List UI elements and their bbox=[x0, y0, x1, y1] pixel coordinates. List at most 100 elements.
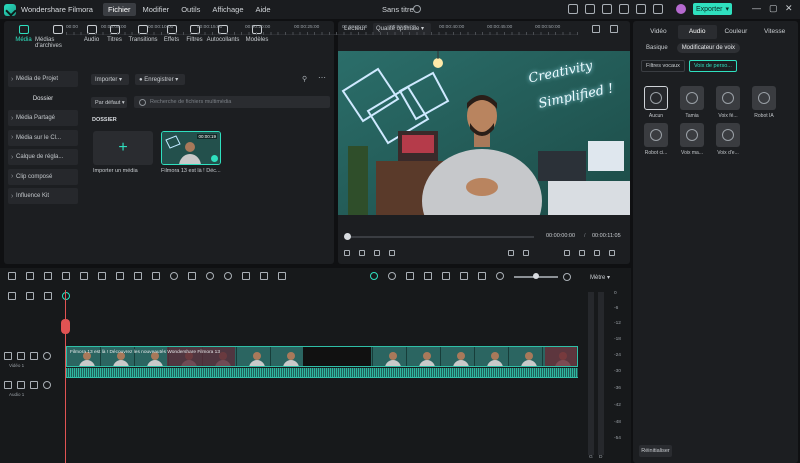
marker-icon[interactable] bbox=[406, 272, 414, 280]
more-icon[interactable]: ⋯ bbox=[318, 73, 326, 82]
menu-tools[interactable]: Outils bbox=[176, 3, 205, 16]
export-button[interactable]: Exporter ▾ bbox=[693, 3, 732, 15]
subtab-basic[interactable]: Basique bbox=[641, 43, 673, 53]
sort-dropdown[interactable]: Par défaut ▾ bbox=[91, 97, 127, 108]
voice-item-robot[interactable]: Robot ci... bbox=[639, 123, 673, 156]
tab-media[interactable]: Média bbox=[12, 25, 35, 49]
split-screen-icon[interactable] bbox=[442, 272, 450, 280]
help-icon[interactable] bbox=[653, 4, 663, 14]
more-tools-icon[interactable] bbox=[278, 272, 286, 280]
layout-icon[interactable] bbox=[8, 272, 16, 280]
sidebar-item-shared-media[interactable]: Média Partagé bbox=[8, 110, 78, 126]
pill-character-voices[interactable]: Voix de perso... bbox=[688, 60, 737, 72]
stop-icon[interactable] bbox=[389, 250, 395, 256]
eye-icon[interactable] bbox=[43, 352, 51, 360]
sidebar-item-influence-kit[interactable]: Influence Kit bbox=[8, 188, 78, 204]
share-icon[interactable] bbox=[568, 4, 578, 14]
play-back-icon[interactable] bbox=[359, 250, 365, 256]
display-icon[interactable] bbox=[564, 250, 570, 256]
tab-speed[interactable]: Vitesse bbox=[755, 25, 794, 39]
text-icon[interactable] bbox=[152, 272, 160, 280]
select-icon[interactable] bbox=[26, 272, 34, 280]
project-info-icon[interactable] bbox=[413, 5, 421, 13]
menu-edit[interactable]: Modifier bbox=[138, 3, 175, 16]
menu-view[interactable]: Affichage bbox=[207, 3, 248, 16]
volume-icon[interactable] bbox=[594, 250, 600, 256]
redo-icon[interactable] bbox=[62, 272, 70, 280]
audio-waveform[interactable] bbox=[66, 368, 578, 378]
mark-out-icon[interactable] bbox=[523, 250, 529, 256]
playback-scrubber[interactable] bbox=[346, 236, 534, 238]
menu-file[interactable]: Fichier bbox=[102, 3, 136, 16]
sidebar-item-adjustment-layer[interactable]: Calque de régla... bbox=[8, 149, 78, 165]
zoom-fit-icon[interactable] bbox=[478, 272, 486, 280]
voice-item-male[interactable]: Voix ma... bbox=[675, 123, 709, 156]
speed-icon[interactable] bbox=[206, 272, 214, 280]
voice-item-female[interactable]: Voix fé... bbox=[711, 86, 745, 119]
pill-voice-filters[interactable]: Filtres vocaux bbox=[641, 60, 685, 72]
speaker-icon[interactable] bbox=[43, 381, 51, 389]
record-button[interactable]: ● Enregistrer ▾ bbox=[135, 74, 185, 85]
delete-icon[interactable] bbox=[80, 272, 88, 280]
voice-item-none[interactable]: Aucun bbox=[639, 86, 673, 119]
playhead[interactable] bbox=[65, 290, 66, 463]
sidebar-item-folder[interactable]: Dossier bbox=[8, 91, 78, 107]
filter-icon[interactable]: ⚲ bbox=[302, 75, 307, 83]
timer-icon[interactable] bbox=[224, 272, 232, 280]
keyframe-icon[interactable] bbox=[242, 272, 250, 280]
sidebar-item-project-media[interactable]: Média de Projet bbox=[8, 71, 78, 87]
minimize-icon[interactable]: — bbox=[752, 3, 761, 13]
menu-help[interactable]: Aide bbox=[251, 3, 276, 16]
tab-audio-properties[interactable]: Audio bbox=[677, 25, 717, 39]
close-icon[interactable]: ✕ bbox=[785, 3, 793, 14]
search-input[interactable]: Recherche de fichiers multimédia bbox=[134, 96, 330, 108]
maximize-icon[interactable]: ▢ bbox=[769, 3, 778, 14]
download-icon[interactable] bbox=[636, 4, 646, 14]
meter-dropdown[interactable]: Mètre ▾ bbox=[590, 274, 610, 281]
voiceover-icon[interactable] bbox=[424, 272, 432, 280]
tab-color[interactable]: Couleur bbox=[717, 25, 756, 39]
subtab-voice-changer[interactable]: Modificateur de voix bbox=[676, 43, 741, 53]
import-button[interactable]: Importer ▾ bbox=[91, 74, 129, 85]
lock-icon[interactable] bbox=[44, 292, 52, 300]
cut-icon[interactable] bbox=[98, 272, 106, 280]
lock-icon[interactable] bbox=[30, 381, 38, 389]
cloud-icon[interactable] bbox=[619, 4, 629, 14]
media-clip-thumbnail[interactable]: 00:00:19 bbox=[161, 131, 221, 165]
camera-icon[interactable] bbox=[579, 250, 585, 256]
gift-icon[interactable] bbox=[602, 4, 612, 14]
snap-icon[interactable] bbox=[388, 272, 396, 280]
reset-button[interactable]: Réinitialiser bbox=[639, 445, 672, 457]
lock-icon[interactable] bbox=[30, 352, 38, 360]
zoom-slider-handle[interactable] bbox=[533, 273, 539, 279]
audio-stretch-icon[interactable] bbox=[188, 272, 196, 280]
fullscreen-icon[interactable] bbox=[610, 25, 618, 33]
zoom-in-icon[interactable] bbox=[563, 273, 571, 281]
voice-item-tamia[interactable]: Tamia bbox=[675, 86, 709, 119]
play-icon[interactable] bbox=[374, 250, 380, 256]
playhead-handle[interactable] bbox=[61, 319, 70, 334]
voice-item-robot-ai[interactable]: Robot IA bbox=[747, 86, 781, 119]
undo-icon[interactable] bbox=[44, 272, 52, 280]
transform-icon[interactable] bbox=[134, 272, 142, 280]
add-track-icon[interactable] bbox=[8, 292, 16, 300]
snapshot-icon[interactable] bbox=[592, 25, 600, 33]
zoom-out-icon[interactable] bbox=[496, 272, 504, 280]
sidebar-item-cloud-media[interactable]: Média sur le Cl... bbox=[8, 129, 78, 146]
scrubber-handle[interactable] bbox=[344, 233, 351, 240]
render-icon[interactable] bbox=[370, 272, 378, 280]
feedback-icon[interactable] bbox=[585, 4, 595, 14]
ai-icon[interactable] bbox=[260, 272, 268, 280]
previous-frame-icon[interactable] bbox=[344, 250, 350, 256]
sidebar-item-compound-clip[interactable]: Clip composé bbox=[8, 168, 78, 185]
expand-icon[interactable] bbox=[609, 250, 615, 256]
folder-icon[interactable] bbox=[17, 352, 25, 360]
tab-video[interactable]: Vidéo bbox=[639, 25, 678, 39]
import-media-tile[interactable]: + bbox=[93, 131, 153, 165]
user-avatar[interactable] bbox=[676, 4, 686, 14]
voice-item-child[interactable]: Voix d'e... bbox=[711, 123, 745, 156]
color-icon[interactable] bbox=[170, 272, 178, 280]
pip-icon[interactable] bbox=[460, 272, 468, 280]
link-icon[interactable] bbox=[26, 292, 34, 300]
folder-icon[interactable] bbox=[17, 381, 25, 389]
